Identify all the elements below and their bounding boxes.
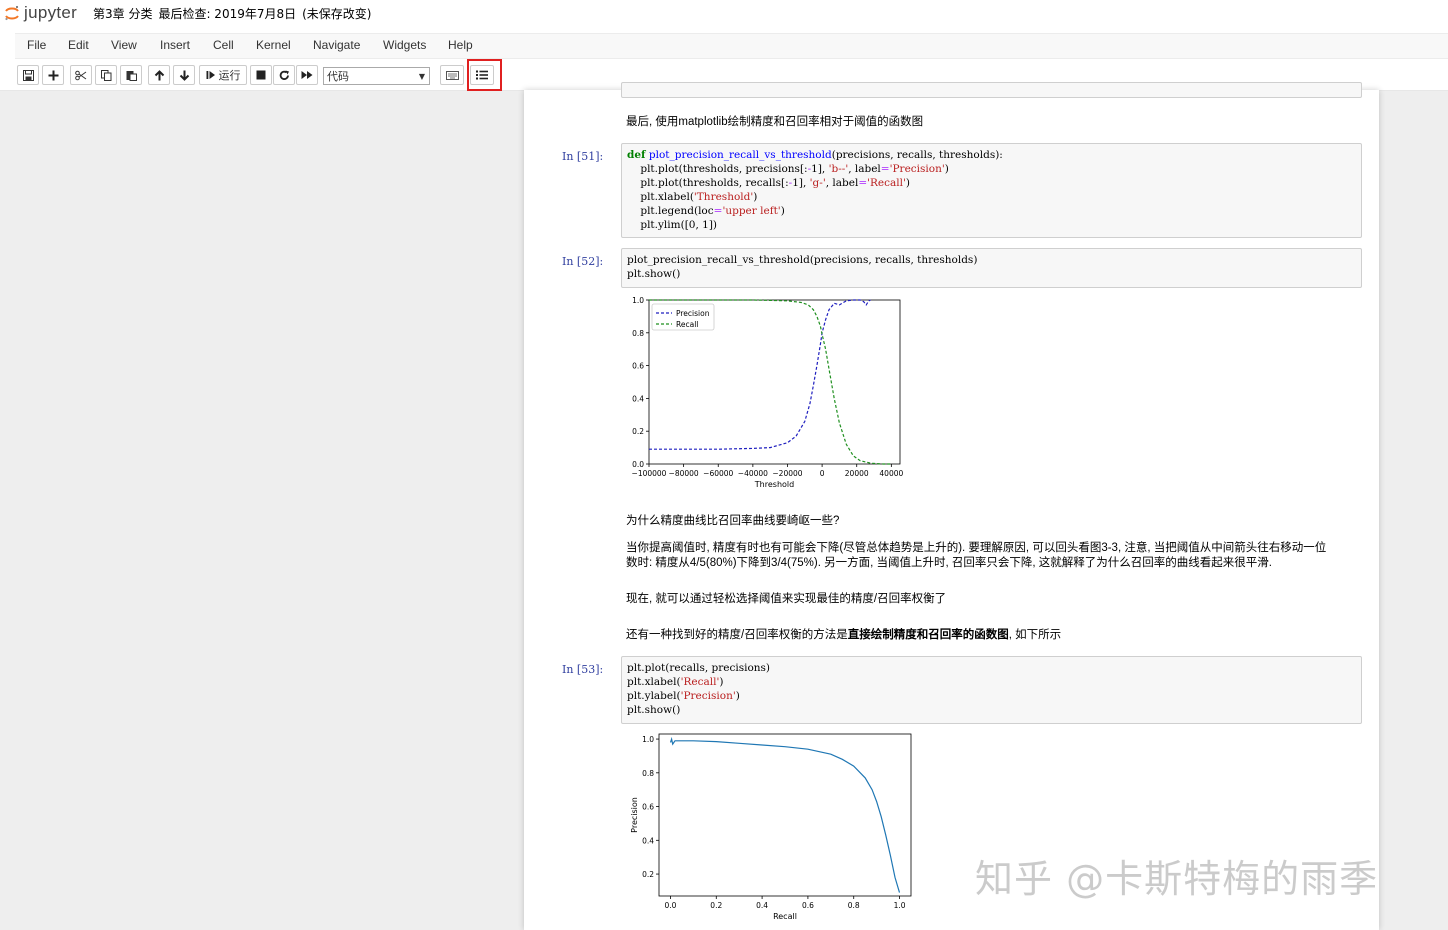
cut-button[interactable] [70, 65, 92, 85]
y-tick-label: 0.2 [632, 427, 644, 436]
save-icon [22, 69, 34, 81]
arrow-down-icon [179, 70, 189, 81]
x-tick-label: −20000 [772, 469, 802, 478]
precision-recall-threshold-chart: −100000 −80000 −60000 −40000 −20000 0 20000 400… [632, 296, 904, 489]
restart-kernel-button[interactable] [273, 65, 295, 85]
autosave-status: (未保存改变) [302, 7, 372, 21]
x-tick-label: 0 [820, 469, 825, 478]
x-tick-label: 40000 [879, 469, 903, 478]
code-cell-51[interactable]: def plot_precision_recall_vs_threshold(p… [621, 143, 1362, 238]
notebook-header: jupyter 第3章 分类 最后检查: 2019年7月8日 (未保存改变) Fil… [0, 0, 1448, 91]
x-tick-label: 0.8 [848, 901, 860, 910]
cell-type-value: 代码 [327, 70, 349, 83]
method-text-post: , 如下所示 [1008, 629, 1062, 641]
x-tick-label: −80000 [669, 469, 699, 478]
refresh-icon [279, 70, 289, 80]
restart-run-all-button[interactable] [296, 65, 318, 85]
caret-down-icon: ▼ [418, 72, 425, 81]
y-tick-label: 0.0 [632, 460, 644, 469]
watermark-text: 知乎 @卡斯特梅的雨季 [975, 857, 1379, 901]
y-tick-label: 0.8 [632, 329, 644, 338]
precision-vs-recall-chart: 0.0 0.2 0.4 0.6 0.8 1.0 0.2 0.4 0.6 0.8 1.0 Recall P… [630, 733, 912, 921]
x-tick-label: −60000 [703, 469, 733, 478]
menu-file[interactable]: File [27, 38, 46, 52]
checkpoint-status: 最后检查: 2019年7月8日 [158, 7, 297, 21]
markdown-method: 还有一种找到好的精度/召回率权衡的方法是直接绘制精度和召回率的函数图, 如下所示 [626, 626, 1061, 642]
x-axis-label: Threshold [754, 480, 794, 489]
menu-insert[interactable]: Insert [160, 38, 190, 52]
method-text-bold: 直接绘制精度和召回率的函数图 [847, 629, 1009, 641]
cell-type-select[interactable]: 代码 ▼ [323, 67, 430, 85]
menu-navigate[interactable]: Navigate [313, 38, 360, 52]
menu-widgets[interactable]: Widgets [383, 38, 426, 52]
menu-view[interactable]: View [111, 38, 137, 52]
run-label: 运行 [218, 69, 241, 82]
run-button[interactable]: 运行 [199, 65, 247, 85]
legend-label-precision: Precision [676, 309, 710, 318]
markdown-question: 为什么精度曲线比召回率曲线要崎岖一些? [626, 515, 840, 527]
paste-button[interactable] [120, 65, 142, 85]
x-tick-label: 0.6 [802, 901, 814, 910]
markdown-explanation-line1: 当你提高阈值时, 精度有时也有可能会下降(尽管总体趋势是上升的). 要理解原因,… [626, 542, 1327, 554]
method-text-pre: 还有一种找到好的精度/召回率权衡的方法是 [626, 629, 848, 641]
copy-icon [100, 69, 111, 81]
keyboard-icon [445, 70, 459, 80]
logo-text: jupyter [24, 3, 78, 22]
input-prompt-53: In [53]: [562, 663, 604, 676]
jupyter-logo[interactable]: jupyter [4, 2, 77, 24]
save-button[interactable] [17, 65, 39, 85]
y-tick-label: 0.6 [632, 362, 644, 371]
title-bar: jupyter 第3章 分类 最后检查: 2019年7月8日 (未保存改变) [0, 0, 1448, 28]
legend-label-recall: Recall [676, 320, 698, 329]
menu-bar: File Edit View Insert Cell Kernel Naviga… [15, 33, 1448, 59]
x-tick-label: 0.0 [664, 901, 676, 910]
y-tick-label: 0.8 [642, 769, 654, 778]
y-tick-label: 0.4 [642, 836, 654, 845]
code-cell-53[interactable]: plt.plot(recalls, precisions) plt.xlabel… [621, 656, 1362, 724]
interrupt-button[interactable] [250, 65, 272, 85]
menu-help[interactable]: Help [448, 38, 473, 52]
x-tick-label: 0.2 [710, 901, 722, 910]
code-cell-52[interactable]: plot_precision_recall_vs_threshold(preci… [621, 248, 1362, 288]
highlight-box [467, 59, 502, 91]
menu-cell[interactable]: Cell [213, 38, 234, 52]
x-tick-label: −40000 [738, 469, 768, 478]
move-down-button[interactable] [173, 65, 195, 85]
y-tick-label: 1.0 [632, 296, 644, 305]
plot-area [658, 733, 912, 897]
notebook-name[interactable]: 第3章 分类 [93, 7, 152, 21]
move-up-button[interactable] [148, 65, 170, 85]
x-tick-label: 20000 [845, 469, 869, 478]
menu-kernel[interactable]: Kernel [256, 38, 291, 52]
x-tick-label: −100000 [632, 469, 667, 478]
jupyter-logo-icon [5, 5, 19, 21]
scissors-icon [75, 70, 87, 80]
insert-cell-button[interactable] [42, 65, 64, 85]
step-forward-icon [206, 71, 215, 79]
command-palette-button[interactable] [440, 65, 464, 85]
copy-button[interactable] [95, 65, 117, 85]
fast-forward-icon [301, 71, 313, 79]
markdown-cell: 最后, 使用matplotlib绘制精度和召回率相对于阈值的函数图 [626, 116, 924, 128]
y-tick-label: 0.6 [642, 803, 654, 812]
input-prompt-52: In [52]: [562, 255, 604, 268]
stop-icon [256, 70, 266, 80]
markdown-explanation-line2: 数时: 精度从4/5(80%)下降到3/4(75%). 另一方面, 当阈值上升时… [626, 557, 1272, 569]
markdown-tradeoff: 现在, 就可以通过轻松选择阈值来实现最佳的精度/召回率权衡了 [626, 593, 947, 605]
input-prompt-51: In [51]: [562, 150, 604, 163]
x-tick-label: 0.4 [756, 901, 768, 910]
notebook-title: 第3章 分类 最后检查: 2019年7月8日 (未保存改变) [93, 5, 378, 22]
y-tick-label: 1.0 [642, 735, 654, 744]
y-axis-label: Precision [630, 797, 639, 833]
paste-icon [126, 70, 137, 81]
menu-edit[interactable]: Edit [68, 38, 89, 52]
arrow-up-icon [154, 69, 164, 80]
y-tick-label: 0.4 [632, 394, 644, 403]
x-axis-label: Recall [773, 912, 797, 921]
y-tick-label: 0.2 [642, 870, 654, 879]
x-tick-label: 1.0 [894, 901, 906, 910]
plus-icon [48, 70, 58, 80]
code-cell-previous[interactable] [621, 82, 1362, 98]
